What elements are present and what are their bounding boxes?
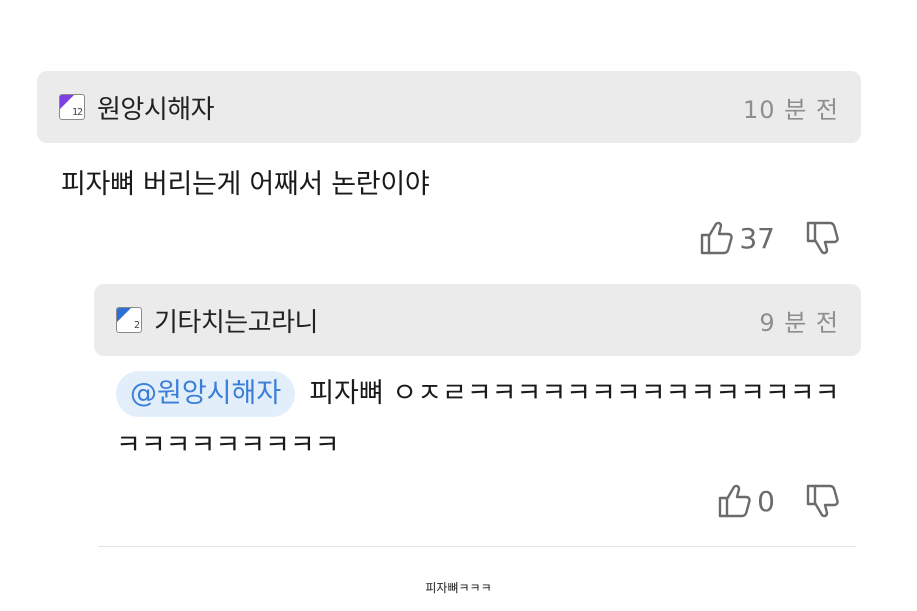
reply-text-block: @원앙시해자 피자뼈 ㅇㅈㄹㅋㅋㅋㅋㅋㅋㅋㅋㅋㅋㅋㅋㅋㅋㅋㅋㅋㅋㅋㅋㅋㅋㅋㅋ — [116, 368, 856, 472]
like-count: 37 — [739, 221, 775, 255]
reply-vote-row: 0 — [717, 483, 839, 519]
thumbs-down-icon — [805, 483, 839, 519]
reply-header: 2 기타치는고라니 9 분 전 — [94, 284, 861, 356]
dislike-button[interactable] — [805, 483, 839, 519]
thumbs-up-icon — [699, 220, 734, 256]
thumbs-down-icon — [805, 220, 839, 256]
thumbs-up-icon — [717, 483, 751, 519]
comment-username[interactable]: 원앙시해자 — [97, 89, 743, 126]
divider — [98, 546, 856, 547]
level-badge-icon: 2 — [116, 307, 142, 333]
mention-tag[interactable]: @원앙시해자 — [116, 371, 296, 417]
reply-time: 9 분 전 — [759, 308, 839, 337]
level-badge-icon: 12 — [59, 94, 85, 120]
reply-username[interactable]: 기타치는고라니 — [154, 302, 759, 339]
comment-header: 12 원앙시해자 10 분 전 — [37, 71, 861, 143]
like-button[interactable]: 0 — [717, 483, 805, 519]
comment-vote-row: 37 — [699, 220, 839, 256]
comment-time: 10 분 전 — [743, 95, 839, 124]
like-count: 0 — [757, 484, 775, 518]
like-button[interactable]: 37 — [699, 220, 805, 256]
dislike-button[interactable] — [805, 220, 839, 256]
comment-text: 피자뼈 버리는게 어째서 논란이야 — [61, 169, 430, 200]
image-caption: 피자뼈ㅋㅋㅋ — [425, 581, 492, 595]
